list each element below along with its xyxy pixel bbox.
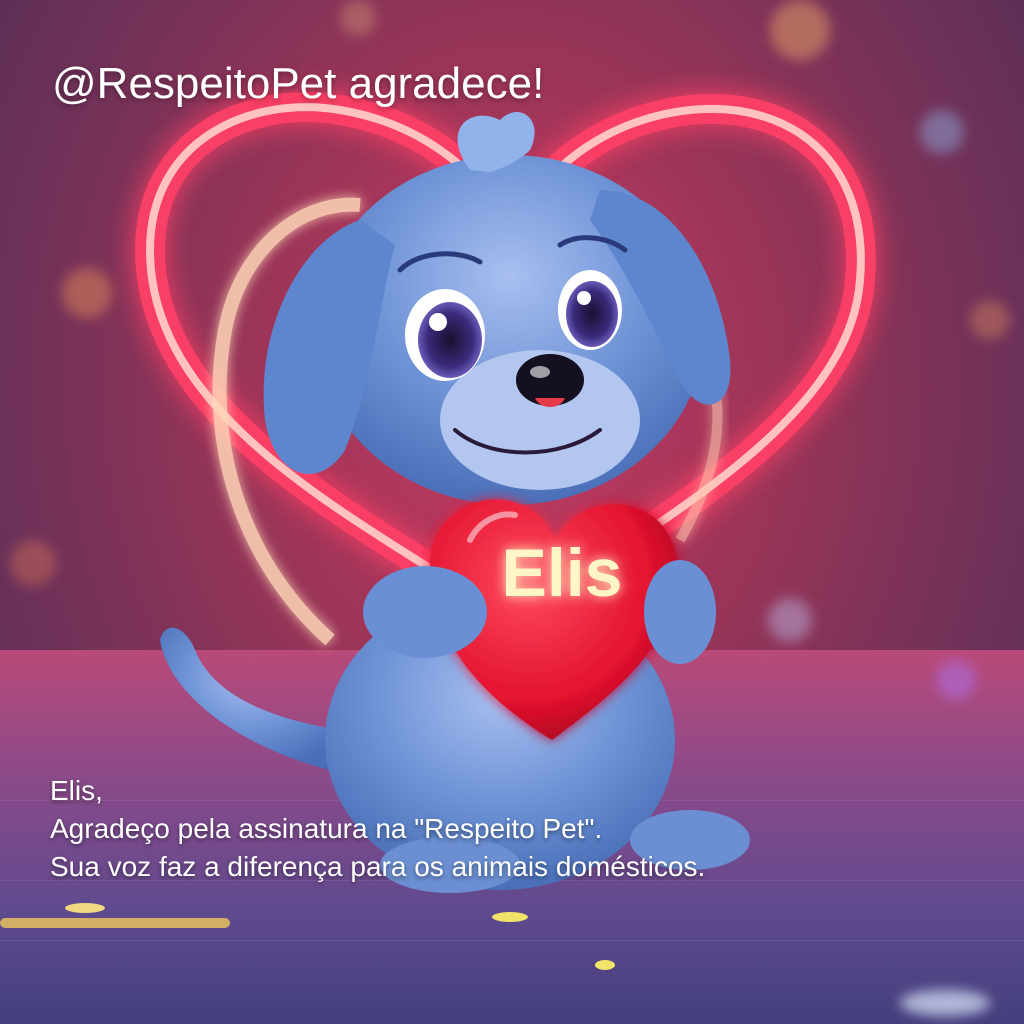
- heart-name-label: Elis: [502, 535, 623, 611]
- confetti: [595, 960, 615, 970]
- message-line: Sua voz faz a diferença para os animais …: [50, 851, 706, 882]
- page-title: @RespeitoPet agradece!: [52, 59, 545, 108]
- confetti: [65, 903, 105, 913]
- message-line: Agradeço pela assinatura na "Respeito Pe…: [50, 813, 603, 844]
- thank-you-message: Elis, Agradeço pela assinatura na "Respe…: [50, 772, 705, 886]
- message-greeting: Elis,: [50, 775, 103, 806]
- confetti: [492, 912, 528, 922]
- confetti: [0, 918, 230, 928]
- greeting-card: Elis @RespeitoPet agradece! Elis, Agrade…: [0, 0, 1024, 1024]
